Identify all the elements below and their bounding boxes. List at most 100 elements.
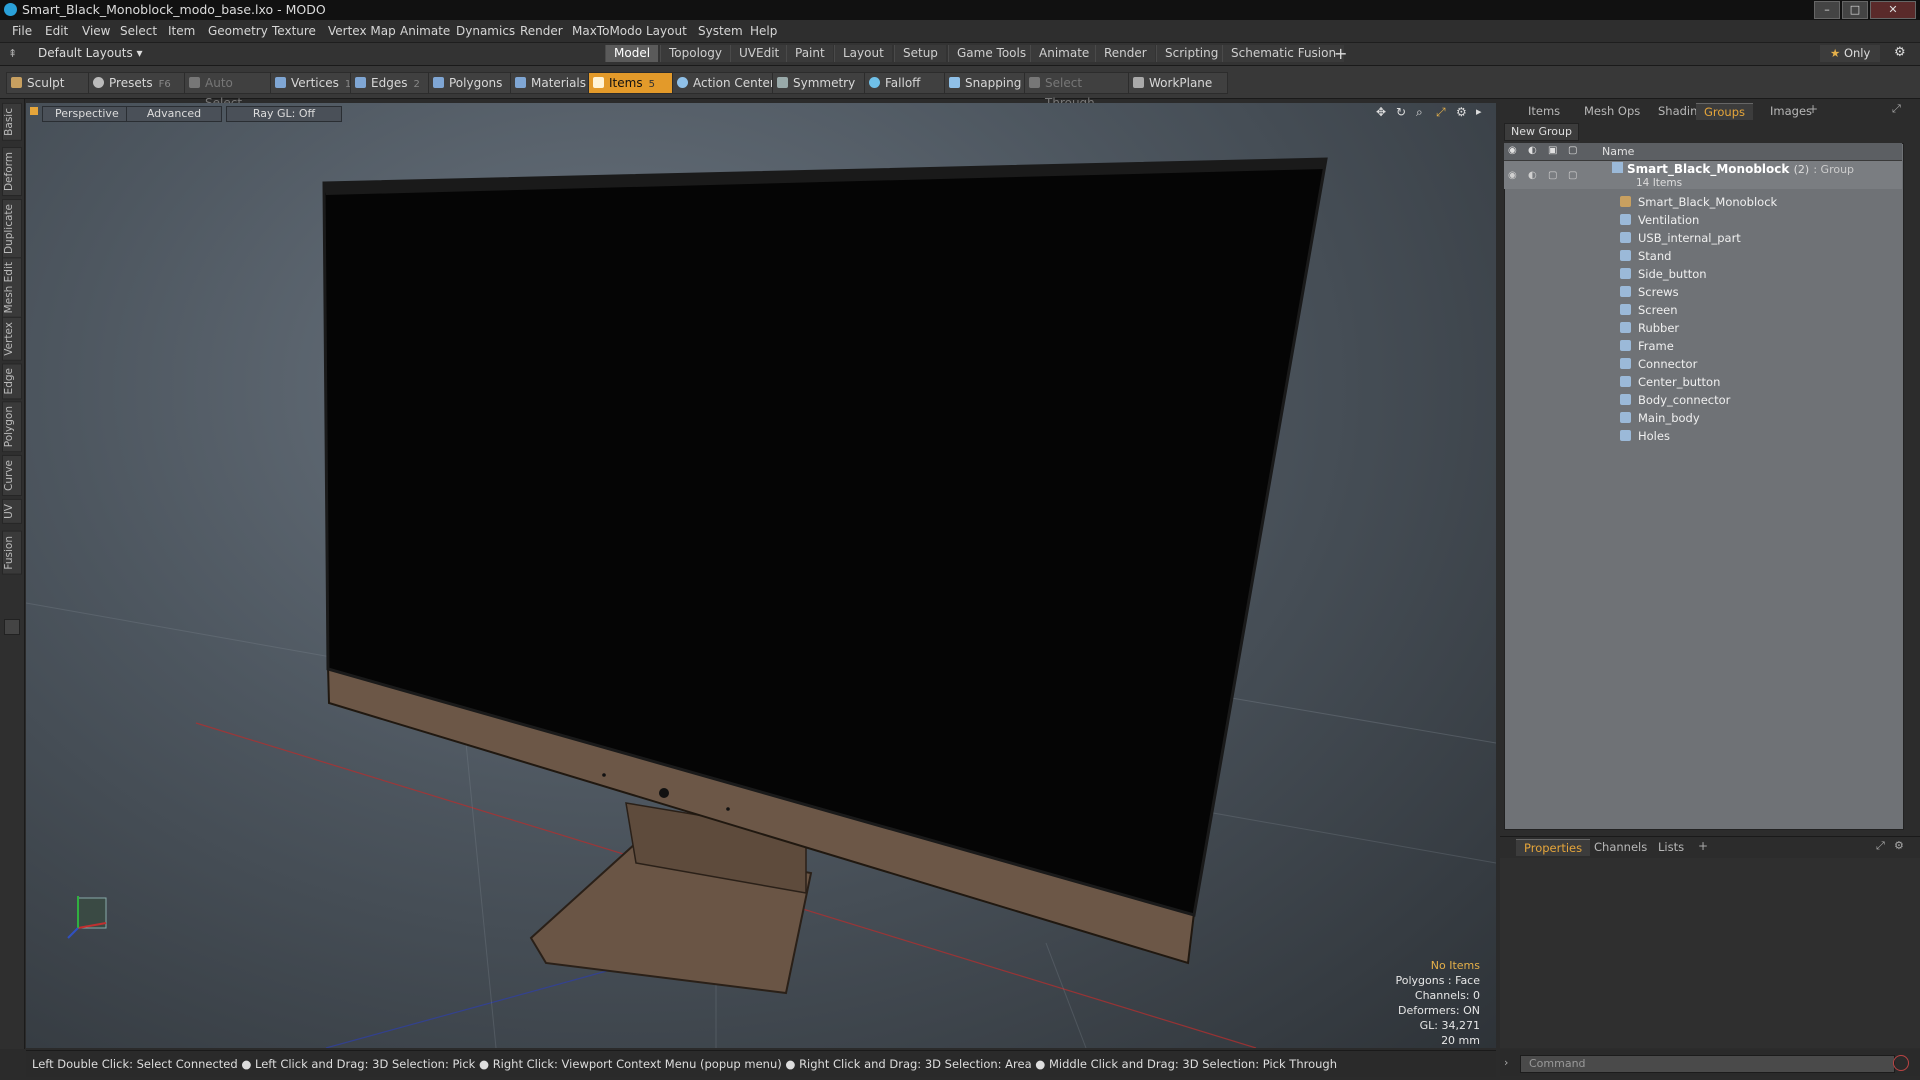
- list-item[interactable]: Screen: [1616, 302, 1678, 318]
- menu-vertex-map[interactable]: Vertex Map: [328, 24, 396, 38]
- visibility-eye-icon[interactable]: ◉: [1508, 145, 1517, 156]
- pan-icon[interactable]: ✥: [1376, 105, 1386, 119]
- tab-uvedit[interactable]: UVEdit: [730, 45, 788, 62]
- maximize-button[interactable]: □: [1842, 1, 1868, 19]
- list-item[interactable]: Connector: [1616, 356, 1697, 372]
- add-tab-icon[interactable]: +: [1334, 44, 1347, 63]
- group-visibility-icon[interactable]: ◉: [1508, 170, 1517, 181]
- menu-system[interactable]: System: [698, 24, 743, 38]
- tab-model[interactable]: Model: [605, 45, 659, 62]
- collapse-icon[interactable]: ⇞: [8, 47, 17, 60]
- new-group-button[interactable]: New Group: [1504, 123, 1579, 141]
- add-tab-icon[interactable]: +: [1698, 839, 1708, 853]
- group-lock-icon[interactable]: ▢: [1548, 170, 1557, 181]
- viewport-settings-icon[interactable]: ⚙: [1456, 105, 1467, 119]
- panel-settings-icon[interactable]: ⚙: [1894, 839, 1904, 852]
- list-item[interactable]: Smart_Black_Monoblock: [1616, 194, 1777, 210]
- vtab-fusion[interactable]: Fusion: [2, 531, 22, 575]
- menu-view[interactable]: View: [82, 24, 110, 38]
- lock-icon[interactable]: ▣: [1548, 145, 1557, 156]
- tab-mesh-ops[interactable]: Mesh Ops: [1576, 103, 1648, 119]
- gear-icon[interactable]: ⚙: [1894, 45, 1906, 60]
- group-name-row[interactable]: Smart_Black_Monoblock (2) : Group: [1612, 162, 1854, 176]
- vtab-uv[interactable]: UV: [2, 499, 22, 524]
- tab-render[interactable]: Render: [1095, 45, 1155, 62]
- list-item[interactable]: Stand: [1616, 248, 1671, 264]
- list-item[interactable]: Body_connector: [1616, 392, 1730, 408]
- command-input[interactable]: Command: [1520, 1055, 1895, 1073]
- 3d-viewport[interactable]: [26, 103, 1496, 1048]
- vtab-deform[interactable]: Deform: [2, 147, 22, 197]
- menu-animate[interactable]: Animate: [400, 24, 450, 38]
- items-button[interactable]: Items 5: [588, 72, 678, 94]
- tab-items[interactable]: Items: [1520, 103, 1568, 119]
- tab-setup[interactable]: Setup: [894, 45, 946, 62]
- list-item[interactable]: Ventilation: [1616, 212, 1699, 228]
- tab-properties[interactable]: Properties: [1516, 839, 1591, 856]
- list-item[interactable]: Rubber: [1616, 320, 1679, 336]
- tab-layout[interactable]: Layout: [834, 45, 892, 62]
- raygl-toggle[interactable]: Ray GL: Off: [226, 106, 342, 122]
- select-through-button[interactable]: Select Through: [1024, 72, 1142, 110]
- menu-layout[interactable]: Layout: [646, 24, 687, 38]
- rotate-icon[interactable]: ↻: [1396, 105, 1406, 119]
- select-icon[interactable]: ▢: [1568, 145, 1577, 156]
- zoom-icon[interactable]: ⌕: [1416, 105, 1423, 120]
- group-render-icon[interactable]: ◐: [1528, 170, 1537, 181]
- tab-schematic-fusion[interactable]: Schematic Fusion: [1222, 45, 1345, 62]
- perspective-dropdown[interactable]: Perspective: [42, 106, 128, 122]
- menu-select[interactable]: Select: [120, 24, 157, 38]
- viewport-menu-icon[interactable]: [30, 107, 38, 115]
- list-item[interactable]: Screws: [1616, 284, 1679, 300]
- vtab-polygon[interactable]: Polygon: [2, 401, 22, 453]
- sculpt-button[interactable]: Sculpt: [6, 72, 92, 94]
- list-item[interactable]: USB_internal_part: [1616, 230, 1741, 246]
- advanced-dropdown[interactable]: Advanced: [126, 106, 222, 122]
- menu-edit[interactable]: Edit: [45, 24, 68, 38]
- menu-file[interactable]: File: [12, 24, 32, 38]
- auto-select-button[interactable]: Auto Select: [184, 72, 280, 110]
- minimize-button[interactable]: –: [1814, 1, 1840, 19]
- menu-maxtomodo[interactable]: MaxToModo: [572, 24, 642, 38]
- command-expand-icon[interactable]: ›: [1504, 1056, 1508, 1069]
- menu-render[interactable]: Render: [520, 24, 563, 38]
- layout-preset-dropdown[interactable]: Default Layouts ▾: [38, 46, 143, 60]
- presets-button[interactable]: Presets F6: [88, 72, 196, 94]
- vtab-edge[interactable]: Edge: [2, 363, 22, 400]
- list-item[interactable]: Center_button: [1616, 374, 1720, 390]
- menu-dynamics[interactable]: Dynamics: [456, 24, 515, 38]
- tab-groups[interactable]: Groups: [1696, 103, 1754, 120]
- name-column-header[interactable]: Name: [1602, 145, 1634, 158]
- list-item[interactable]: Main_body: [1616, 410, 1700, 426]
- menu-help[interactable]: Help: [750, 24, 777, 38]
- command-stop-icon[interactable]: [1893, 1055, 1909, 1071]
- tab-paint[interactable]: Paint: [786, 45, 833, 62]
- group-select-icon[interactable]: ▢: [1568, 170, 1577, 181]
- expand-arrow-icon[interactable]: ▸: [1476, 105, 1482, 118]
- list-item[interactable]: Frame: [1616, 338, 1674, 354]
- expand-panel-icon[interactable]: ⤢: [1892, 102, 1901, 116]
- vtab-curve[interactable]: Curve: [2, 455, 22, 496]
- symmetry-button[interactable]: Symmetry: [772, 72, 868, 94]
- menu-geometry[interactable]: Geometry: [208, 24, 268, 38]
- close-button[interactable]: ✕: [1870, 1, 1916, 19]
- add-tab-icon[interactable]: +: [1808, 102, 1818, 116]
- fit-icon[interactable]: ⤢: [1436, 105, 1446, 120]
- workplane-button[interactable]: WorkPlane: [1128, 72, 1228, 94]
- tab-animate[interactable]: Animate: [1030, 45, 1098, 62]
- tab-lists[interactable]: Lists: [1650, 839, 1692, 855]
- expand-panel-icon[interactable]: ⤢: [1876, 839, 1885, 853]
- tab-topology[interactable]: Topology: [660, 45, 730, 62]
- vtab-basic[interactable]: Basic: [2, 103, 22, 141]
- render-icon[interactable]: ◐: [1528, 145, 1537, 156]
- falloff-button[interactable]: Falloff: [864, 72, 948, 94]
- vtab-vertex[interactable]: Vertex: [2, 317, 22, 361]
- menu-item[interactable]: Item: [168, 24, 195, 38]
- only-toggle[interactable]: ★ Only: [1820, 45, 1881, 62]
- menu-texture[interactable]: Texture: [272, 24, 316, 38]
- vtab-duplicate[interactable]: Duplicate: [2, 199, 22, 260]
- groups-list[interactable]: [1504, 143, 1904, 830]
- list-item[interactable]: Holes: [1616, 428, 1670, 444]
- vtab-mesh-edit[interactable]: Mesh Edit: [2, 257, 22, 319]
- tab-channels[interactable]: Channels: [1586, 839, 1655, 855]
